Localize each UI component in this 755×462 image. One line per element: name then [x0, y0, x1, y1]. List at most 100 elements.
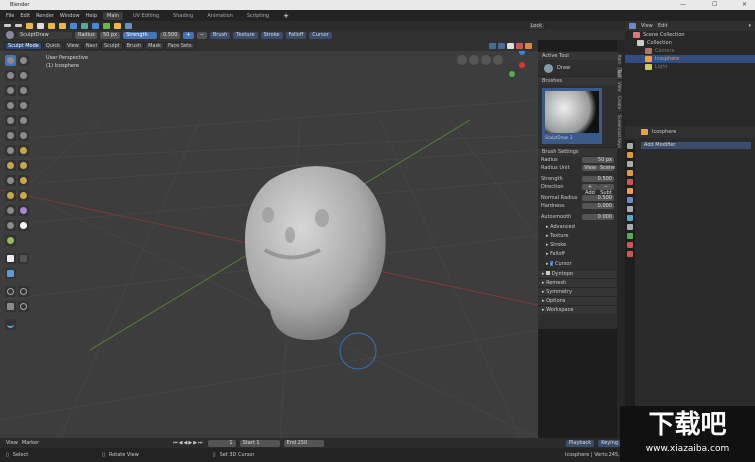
stroke-menu[interactable]: Stroke: [260, 31, 283, 39]
menu-sculpt[interactable]: Sculpt: [101, 41, 123, 50]
scene-tab-icon[interactable]: [627, 170, 633, 176]
dyntopo-section[interactable]: ▸ Dyntopo: [538, 269, 617, 278]
mode-selector[interactable]: Sculpt Mode: [5, 41, 42, 50]
start-frame-field[interactable]: Start 1: [239, 439, 280, 447]
file-icon[interactable]: [37, 22, 44, 29]
3d-viewport[interactable]: User Perspective (1) Icosphere: [0, 40, 538, 438]
brush-preview[interactable]: SculptDraw 2: [542, 88, 602, 144]
filter-icon[interactable]: ▾: [748, 23, 751, 29]
timeline-marker-menu[interactable]: Marker: [22, 440, 39, 446]
menu-edit[interactable]: Edit: [20, 13, 30, 19]
constraints-tab-icon[interactable]: [627, 224, 633, 230]
modifier-tab-icon[interactable]: [627, 197, 633, 203]
outliner-item[interactable]: Icosphere: [625, 55, 755, 63]
overlay-icon[interactable]: [498, 42, 505, 49]
clay-tool[interactable]: [5, 70, 16, 81]
keying-menu[interactable]: Keying: [598, 439, 621, 447]
recent-icon[interactable]: [59, 22, 66, 29]
close-button[interactable]: ✕: [742, 1, 747, 8]
options-section[interactable]: ▸ Options: [538, 296, 617, 305]
brush-name-field[interactable]: SculptDraw: [17, 31, 72, 39]
box-hide-tool[interactable]: [18, 253, 29, 264]
timeline-view-menu[interactable]: View: [6, 440, 18, 446]
menu-face-sets[interactable]: Face Sets: [164, 41, 195, 50]
stroke-subpanel[interactable]: ▸ Stroke: [546, 241, 617, 250]
tab-uv-editing[interactable]: UV Editing: [129, 12, 163, 20]
mask-tool[interactable]: [5, 235, 16, 246]
blob-tool[interactable]: [5, 100, 16, 111]
rotate-tool[interactable]: [5, 205, 16, 216]
solid-shading-icon[interactable]: [507, 42, 514, 49]
brush-menu[interactable]: Brush: [209, 31, 231, 39]
add-direction-button[interactable]: +: [183, 31, 194, 39]
maximize-button[interactable]: ☐: [712, 1, 717, 8]
minimize-button[interactable]: —: [680, 1, 686, 8]
strength-field[interactable]: 0.500: [160, 31, 181, 39]
advanced-subpanel[interactable]: ▸ Advanced: [546, 223, 617, 232]
brush-settings-header[interactable]: Brush Settings: [538, 147, 617, 156]
draw-sharp-tool[interactable]: [18, 55, 29, 66]
tab-scripting[interactable]: Scripting: [243, 12, 273, 20]
subtract-direction-button[interactable]: −: [196, 31, 207, 39]
direction-subtract[interactable]: − Subt: [598, 184, 614, 196]
grab-tool[interactable]: [5, 160, 16, 171]
elastic-deform-tool[interactable]: [18, 160, 29, 171]
tab-main[interactable]: Main: [103, 12, 123, 20]
outliner-item[interactable]: Light: [625, 63, 755, 71]
menu-file[interactable]: File: [6, 13, 14, 19]
draw-brush-icon[interactable]: [6, 31, 14, 39]
lock-button[interactable]: Lock: [527, 21, 545, 30]
workspace-section[interactable]: ▸ Workspace: [538, 305, 617, 314]
world-tab-icon[interactable]: [627, 179, 633, 185]
rendered-shading-icon[interactable]: [525, 42, 532, 49]
direction-add[interactable]: + Add: [582, 184, 598, 196]
tab-view[interactable]: View: [617, 79, 622, 94]
simplify-tool[interactable]: [18, 220, 29, 231]
material-shading-icon[interactable]: [516, 42, 523, 49]
viewport-gizmo-icon[interactable]: [489, 42, 496, 49]
box-mask-tool[interactable]: [5, 253, 16, 264]
menu-mask[interactable]: Mask: [145, 41, 164, 50]
transform-tool[interactable]: [18, 301, 29, 312]
normal-radius-field[interactable]: 0.500: [582, 195, 614, 201]
smooth-tool[interactable]: [5, 115, 16, 126]
material-tab-icon[interactable]: [627, 242, 633, 248]
data-tab-icon[interactable]: [627, 233, 633, 239]
outliner-item[interactable]: Scene Collection: [625, 31, 755, 39]
output-tab-icon[interactable]: [627, 161, 633, 167]
tab-shading[interactable]: Shading: [169, 12, 197, 20]
radius-unit-scene[interactable]: Scene: [598, 165, 615, 171]
active-tool-header[interactable]: Active Tool: [538, 51, 617, 60]
box-face-set-tool[interactable]: [5, 268, 16, 279]
current-frame-field[interactable]: 1: [207, 439, 236, 447]
menu-view[interactable]: View: [63, 41, 82, 50]
hardness-field[interactable]: 0.000: [582, 203, 614, 209]
menu-brush[interactable]: Brush: [123, 41, 145, 50]
tab-screencast-keys[interactable]: Screencast Keys: [617, 112, 622, 150]
outliner-edit-menu[interactable]: Edit: [658, 23, 668, 29]
menu-navi[interactable]: Navi: [82, 41, 100, 50]
crease-tool[interactable]: [18, 100, 29, 111]
new-file-icon[interactable]: [26, 22, 33, 29]
menu-quick[interactable]: Quick: [42, 41, 63, 50]
texture-subpanel[interactable]: ▸ Texture: [546, 232, 617, 241]
physics-tab-icon[interactable]: [627, 215, 633, 221]
outliner-view-menu[interactable]: View: [641, 23, 653, 29]
tab-tool[interactable]: Tool: [617, 67, 622, 79]
menu-help[interactable]: Help: [86, 13, 97, 19]
cursor-menu[interactable]: Cursor: [309, 31, 332, 39]
radius-field[interactable]: 50 px: [582, 157, 614, 163]
radius-field[interactable]: 50 px: [100, 31, 121, 39]
outliner-item[interactable]: Collection: [625, 39, 755, 47]
outliner-item[interactable]: Camera: [625, 47, 755, 55]
flatten-tool[interactable]: [18, 115, 29, 126]
brushes-header[interactable]: Brushes: [538, 76, 617, 85]
falloff-menu[interactable]: Falloff: [285, 31, 307, 39]
menu-render[interactable]: Render: [36, 13, 54, 19]
menu-icon[interactable]: [15, 24, 22, 27]
radius-label[interactable]: Radius: [75, 31, 97, 39]
save-copy-icon[interactable]: [92, 22, 99, 29]
end-frame-field[interactable]: End 250: [283, 439, 324, 447]
tab-item[interactable]: Item: [617, 53, 622, 67]
particles-tab-icon[interactable]: [627, 206, 633, 212]
